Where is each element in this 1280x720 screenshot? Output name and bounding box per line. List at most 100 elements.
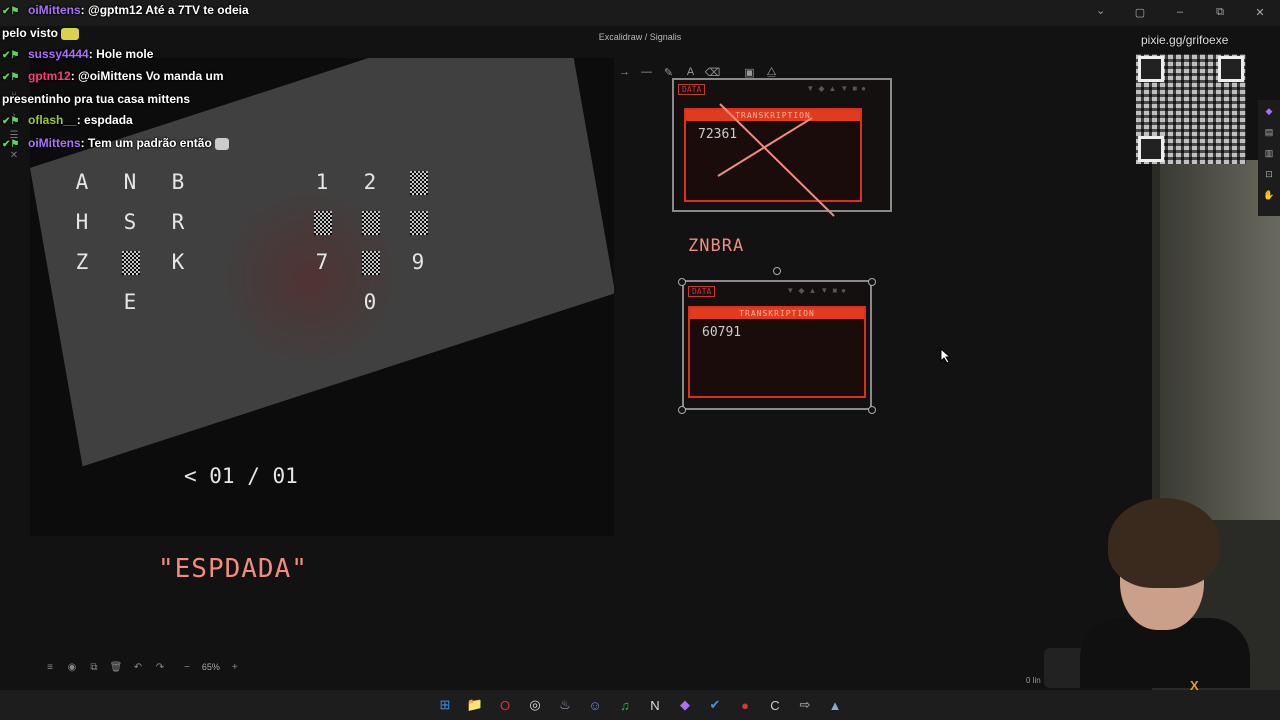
resize-handle[interactable]: [678, 278, 686, 286]
obsidian-icon[interactable]: ◆: [675, 695, 695, 715]
windows-icon[interactable]: ⊞: [435, 695, 455, 715]
espdada-note[interactable]: "ESPDADA": [158, 554, 308, 584]
emote-icon: [61, 27, 80, 40]
qr-eye: [1138, 136, 1164, 162]
chat-message: ✔⚑ gptm12: @oiMittens Vo manda um present…: [2, 66, 272, 110]
bottom-toolbar: ≡ ◉ ⧉ 🗑 ↶ ↷ − 65% +: [42, 657, 238, 677]
cursor-app-icon[interactable]: C: [765, 695, 785, 715]
transcription-box: TRANSKRIPTION 60791: [688, 306, 866, 398]
grid-letter: Z: [75, 250, 89, 274]
arrow-icon[interactable]: →: [616, 64, 633, 81]
maximize-icon[interactable]: ⧉: [1214, 6, 1226, 19]
glitch-glyph: [314, 211, 332, 235]
mouse-cursor-icon: [940, 348, 952, 364]
qr-eye: [1138, 56, 1164, 82]
grid-digit: 0: [363, 290, 377, 314]
transcription-panel[interactable]: DATA ▼◆▲▼■● TRANSKRIPTION 60791: [682, 280, 872, 410]
glitch-glyph: [410, 211, 428, 235]
grid-digit: 2: [363, 170, 377, 194]
copy-icon[interactable]: ⧉: [86, 659, 102, 675]
badge-icon: ✔⚑: [2, 49, 20, 61]
stream-chat: ✔⚑ oiMittens: @gptm12 Até a 7TV te odeia …: [2, 0, 272, 156]
chat-message: ✔⚑ oflash__: espdada: [2, 110, 272, 133]
line-count: 0 lin: [1026, 676, 1041, 685]
grid-letter: B: [171, 170, 185, 194]
lock-icon[interactable]: ⊡: [1265, 169, 1273, 180]
minimize-icon[interactable]: –: [1174, 6, 1186, 19]
steam-icon[interactable]: ♨: [555, 695, 575, 715]
right-app-rail: ◆ ▤ ▥ ⊡ ✋: [1258, 100, 1280, 216]
streamer-webcam: X: [1044, 498, 1250, 693]
grid-letter: R: [171, 210, 185, 234]
hand-icon[interactable]: ✋: [1263, 190, 1274, 201]
badge-icon: ✔⚑: [2, 72, 20, 84]
qr-code: [1136, 54, 1246, 164]
resize-handle[interactable]: [868, 406, 876, 414]
zoom-in-button[interactable]: +: [232, 662, 238, 673]
file-icon[interactable]: ▤: [1265, 127, 1274, 138]
grid-digit: 7: [315, 250, 329, 274]
chat-username[interactable]: oiMittens: [28, 136, 81, 150]
resize-handle[interactable]: [678, 406, 686, 414]
grid-digit: 1: [315, 170, 329, 194]
book-icon[interactable]: ▥: [1265, 148, 1274, 159]
zoom-out-button[interactable]: −: [184, 662, 190, 673]
close-icon[interactable]: ✕: [1254, 6, 1266, 19]
undo-icon[interactable]: ↶: [130, 659, 146, 675]
line-icon[interactable]: —: [638, 64, 655, 81]
panel-header: DATA: [678, 84, 706, 95]
excalidraw-app-icon[interactable]: ▲: [825, 695, 845, 715]
panel-header-icons: ▼◆▲▼■●: [806, 84, 870, 93]
record-icon[interactable]: ●: [735, 695, 755, 715]
panel-icon[interactable]: ▢: [1134, 6, 1146, 19]
chat-text: : Tem um padrão então: [80, 135, 212, 150]
paper-stain: [210, 178, 410, 378]
transcription-code: 60791: [702, 325, 742, 340]
badge-icon: ✔⚑: [2, 6, 20, 17]
chevron-down-icon[interactable]: ›: [1094, 7, 1107, 19]
trash-icon[interactable]: 🗑: [108, 659, 124, 675]
taskbar: ⊞ 📁 O ◎ ♨ ☺ ♫ N ◆ ✔ ● C ⇨ ▲: [0, 690, 1280, 720]
chat-username[interactable]: gptm12: [28, 69, 71, 83]
chat-message: ✔⚑ oiMittens: @gptm12 Até a 7TV te odeia …: [2, 0, 272, 44]
glitch-glyph: [362, 251, 380, 275]
transcription-bar: TRANSKRIPTION: [690, 308, 864, 319]
grid-letter: S: [123, 210, 137, 234]
pixie-link: pixie.gg/grifoexe: [1141, 33, 1229, 47]
chat-username[interactable]: oflash__: [28, 113, 77, 127]
chrome-icon[interactable]: ◎: [525, 695, 545, 715]
grid-digit: 9: [411, 250, 425, 274]
window-controls: › ▢ – ⧉ ✕: [1094, 6, 1266, 19]
rotate-handle[interactable]: [773, 267, 781, 275]
qr-eye: [1218, 56, 1244, 82]
redo-icon[interactable]: ↷: [152, 659, 168, 675]
zoom-level[interactable]: 65%: [202, 662, 220, 672]
discord-icon[interactable]: ☺: [585, 695, 605, 715]
cross-out-marks: [717, 103, 835, 217]
obsidian-icon[interactable]: ◆: [1266, 106, 1273, 117]
hair: [1108, 498, 1220, 588]
folder-icon[interactable]: 📁: [465, 695, 485, 715]
panel-header: DATA: [688, 286, 716, 297]
badge-icon: ✔⚑: [2, 115, 20, 127]
glitch-glyph: [362, 211, 380, 235]
grid-letter: E: [123, 290, 137, 314]
opera-icon[interactable]: O: [495, 695, 515, 715]
chat-message: ✔⚑ oiMittens: Tem um padrão então: [2, 133, 272, 156]
chat-text: : espdada: [76, 112, 133, 127]
notion-icon[interactable]: N: [645, 695, 665, 715]
glitch-glyph: [410, 171, 428, 195]
arrow-app-icon[interactable]: ⇨: [795, 695, 815, 715]
zoom-control: − 65% +: [184, 662, 238, 673]
page-indicator: < 01 / 01: [184, 464, 298, 488]
resize-handle[interactable]: [868, 278, 876, 286]
chat-username[interactable]: sussy4444: [28, 47, 89, 61]
menu-icon[interactable]: ≡: [42, 659, 58, 675]
chat-username[interactable]: oiMittens: [28, 3, 81, 17]
emote-icon: [214, 137, 229, 150]
spotify-icon[interactable]: ♫: [615, 695, 635, 715]
palette-icon[interactable]: ◉: [64, 659, 80, 675]
znbra-note[interactable]: ZNBRA: [688, 236, 744, 256]
grid-letter: A: [75, 170, 89, 194]
todo-icon[interactable]: ✔: [705, 695, 725, 715]
